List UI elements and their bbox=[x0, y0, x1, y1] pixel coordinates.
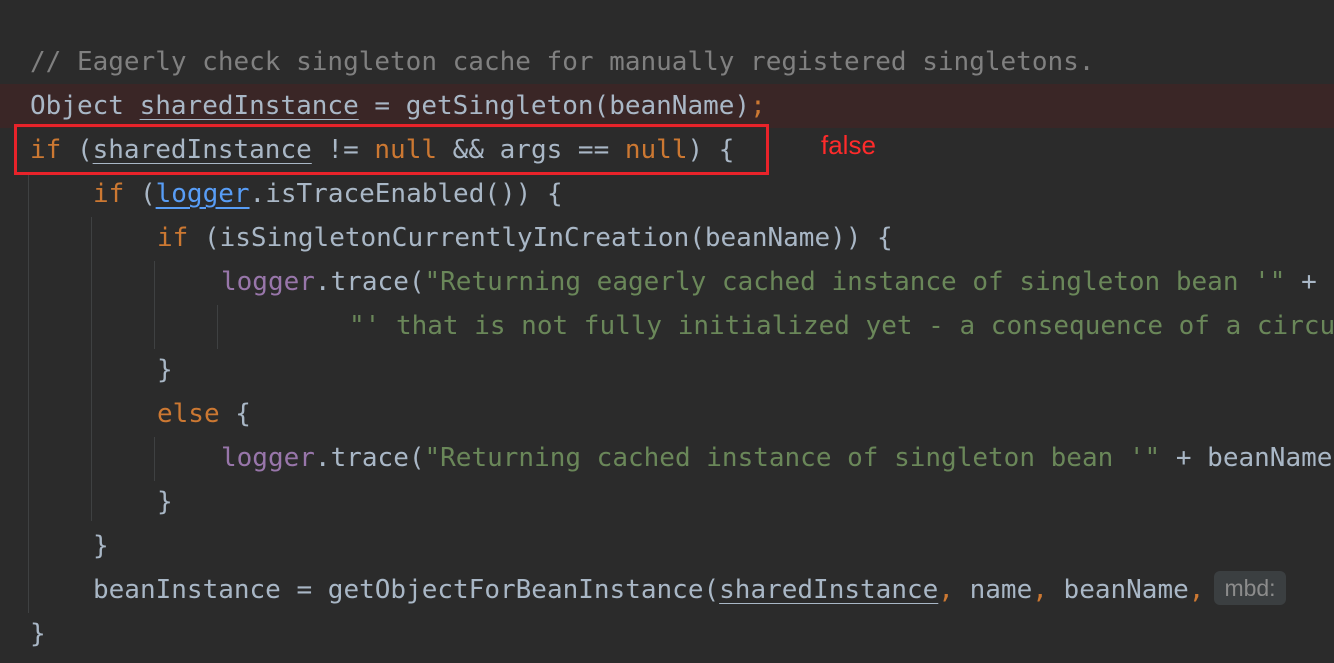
keyword-else: else bbox=[157, 399, 220, 429]
code-line[interactable]: "' that is not fully initialized yet - a… bbox=[0, 304, 1334, 348]
method-call[interactable]: .isTraceEnabled()) { bbox=[250, 179, 563, 209]
assign-operator: = bbox=[358, 91, 406, 121]
argument-bean-name: beanName bbox=[1047, 575, 1189, 605]
expression-tail: + beanName + "'"); bbox=[1175, 443, 1333, 473]
assignment-call[interactable]: beanInstance = getObjectForBeanInstance( bbox=[93, 575, 719, 605]
code-line[interactable]: } bbox=[0, 612, 1334, 656]
logger-field[interactable]: logger bbox=[221, 443, 315, 473]
comma: , bbox=[1032, 575, 1048, 605]
code-line[interactable]: beanInstance = getObjectForBeanInstance(… bbox=[0, 568, 1334, 612]
logger-link[interactable]: logger bbox=[156, 179, 250, 209]
operator: + bbox=[1285, 267, 1317, 297]
closing-brace: } bbox=[30, 619, 46, 649]
paren: ( bbox=[124, 179, 156, 209]
code-line[interactable]: } bbox=[0, 524, 1334, 568]
comma: , bbox=[938, 575, 954, 605]
variable-shared-instance[interactable]: sharedInstance bbox=[719, 575, 938, 605]
string-literal: "Returning eagerly cached instance of si… bbox=[424, 267, 1286, 297]
closing-brace: } bbox=[93, 531, 109, 561]
code-line[interactable]: logger.trace("Returning cached instance … bbox=[0, 436, 1334, 480]
parameter-hint: mbd: bbox=[1214, 571, 1286, 605]
code-comment: // Eagerly check singleton cache for man… bbox=[30, 47, 1095, 77]
keyword-if: if bbox=[157, 223, 189, 253]
opening-brace: { bbox=[219, 399, 251, 429]
annotation-false-label: false bbox=[821, 130, 876, 160]
method-call[interactable]: .trace( bbox=[315, 443, 425, 473]
argument-name: name bbox=[953, 575, 1033, 605]
code-line[interactable]: // Eagerly check singleton cache for man… bbox=[0, 40, 1334, 84]
method-call[interactable]: getSingleton(beanName) bbox=[406, 91, 750, 121]
code-line[interactable]: if (isSingletonCurrentlyInCreation(beanN… bbox=[0, 216, 1334, 260]
annotation-highlight-box bbox=[14, 124, 769, 175]
keyword-if: if bbox=[93, 179, 125, 209]
method-call[interactable]: (isSingletonCurrentlyInCreation(beanName… bbox=[188, 223, 893, 253]
code-line[interactable]: } bbox=[0, 348, 1334, 392]
variable-shared-instance[interactable]: sharedInstance bbox=[140, 91, 359, 121]
closing-brace: } bbox=[157, 355, 173, 385]
code-line[interactable]: if (logger.isTraceEnabled()) { bbox=[0, 172, 1334, 216]
code-line[interactable]: else { bbox=[0, 392, 1334, 436]
comma: , bbox=[1188, 575, 1205, 605]
code-line-execution-highlight[interactable]: Object sharedInstance = getSingleton(bea… bbox=[0, 84, 1334, 128]
code-line[interactable]: } bbox=[0, 480, 1334, 524]
code-editor[interactable]: // Eagerly check singleton cache for man… bbox=[0, 0, 1334, 663]
string-literal: "Returning cached instance of singleton … bbox=[424, 443, 1161, 473]
type-name: Object bbox=[30, 91, 124, 121]
method-call[interactable]: .trace( bbox=[315, 267, 425, 297]
semicolon: ; bbox=[750, 91, 766, 121]
code-line[interactable]: logger.trace("Returning eagerly cached i… bbox=[0, 260, 1334, 304]
logger-field[interactable]: logger bbox=[221, 267, 315, 297]
closing-brace: } bbox=[157, 487, 173, 517]
string-literal: "' that is not fully initialized yet - a… bbox=[349, 311, 1334, 341]
